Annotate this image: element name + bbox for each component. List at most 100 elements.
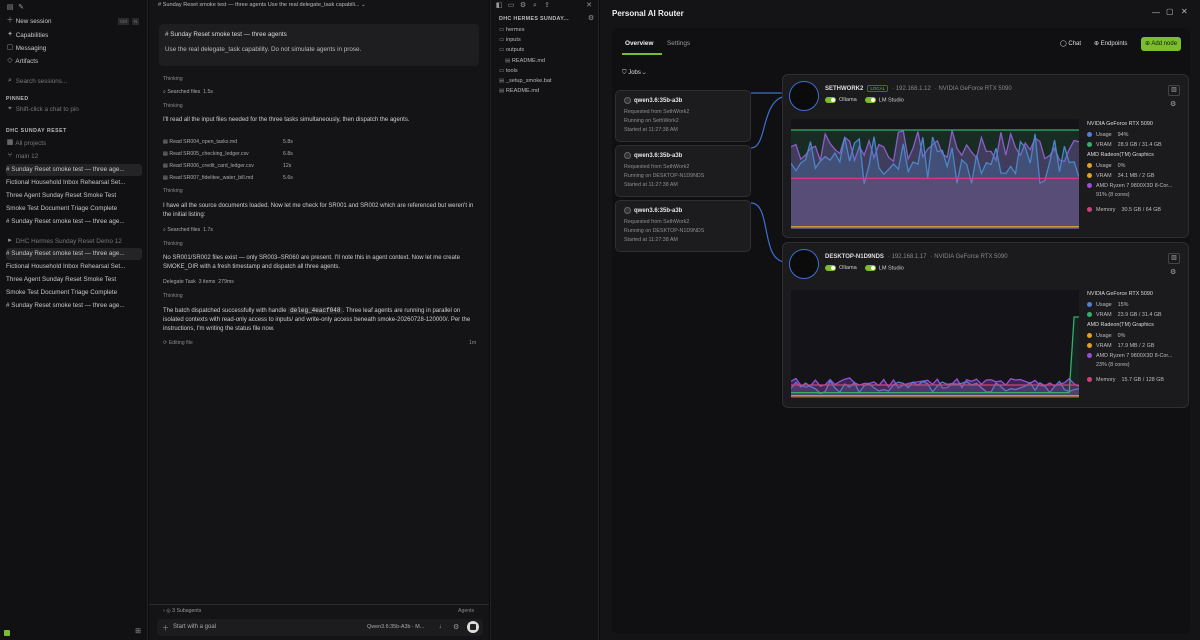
file-tree-item[interactable]: ▤ README.md bbox=[505, 58, 545, 64]
session-item[interactable]: Fictional Household Inbox Rehearsal Set.… bbox=[6, 177, 142, 189]
tool-call-row[interactable]: ⌕ Searched files 1.5s bbox=[163, 89, 213, 96]
mic-icon[interactable]: ♩ bbox=[439, 623, 446, 630]
thinking-label[interactable]: Thinking bbox=[163, 293, 183, 299]
read-file-row[interactable]: ▤ Read SR004_open_tasks.md 5.8s bbox=[163, 139, 468, 145]
session-item[interactable]: # Sunday Reset smoke test — three age... bbox=[6, 216, 142, 228]
branch-row[interactable]: ⑂ main 12 bbox=[6, 151, 142, 163]
search-icon[interactable]: ⌕ bbox=[531, 2, 539, 10]
session-item[interactable]: Fictional Household Inbox Rehearsal Set.… bbox=[6, 261, 142, 273]
legend-item: VRAM 23.9 GB / 31.4 GB bbox=[1087, 312, 1162, 318]
capabilities-link[interactable]: ✦ Capabilities bbox=[6, 30, 142, 42]
sidebar-toggle-icon[interactable]: ▤ bbox=[6, 4, 14, 12]
session-item[interactable]: Smoke Test Document Triage Complete bbox=[6, 287, 142, 299]
messaging-link[interactable]: ▢ Messaging bbox=[6, 43, 142, 55]
file-tree-item[interactable]: ▭ tools bbox=[499, 68, 518, 74]
session-item[interactable]: # Sunday Reset smoke test — three age... bbox=[6, 300, 142, 312]
file-tree-item[interactable]: ▭ outputs bbox=[499, 47, 524, 53]
legend-item: AMD Ryzen 7 9800X3D 8-Cor... bbox=[1087, 183, 1172, 189]
service-label: Ollama bbox=[839, 97, 857, 104]
legend-swatch bbox=[1087, 333, 1092, 339]
lmstudio-toggle[interactable] bbox=[864, 265, 876, 271]
session-item[interactable]: Three Agent Sunday Reset Smoke Test bbox=[6, 190, 142, 202]
series-area bbox=[791, 178, 1079, 229]
metrics-button[interactable]: ▥ bbox=[1168, 85, 1180, 96]
delegate-task-row[interactable]: Delegate Task 3 items 279ms bbox=[163, 279, 234, 285]
file-tree-item[interactable]: ▭ inputs bbox=[499, 37, 521, 43]
session-item[interactable]: Three Agent Sunday Reset Smoke Test bbox=[6, 274, 142, 286]
gear-icon[interactable]: ⚙ bbox=[1170, 268, 1176, 276]
handle-code: deleg_4eacf048 bbox=[288, 307, 343, 314]
tool-duration: 1m bbox=[469, 340, 477, 346]
all-projects-link[interactable]: ▦ All projects bbox=[6, 138, 142, 150]
legend-key: Memory bbox=[1096, 377, 1116, 383]
divider bbox=[149, 604, 489, 605]
metrics-button[interactable]: ▥ bbox=[1168, 253, 1180, 264]
node-avatar bbox=[789, 81, 819, 111]
settings-icon[interactable]: ⚙ bbox=[453, 623, 459, 631]
node-name: DESKTOP-N1D9NDS bbox=[825, 254, 884, 260]
new-session-button[interactable]: ＋ New session Ctrl N bbox=[6, 16, 142, 28]
ollama-toggle[interactable] bbox=[825, 265, 836, 271]
legend-heading: NVIDIA GeForce RTX 5090 bbox=[1087, 121, 1153, 127]
spinner-icon: ⟳ bbox=[163, 340, 168, 346]
node-services: Ollama LM Studio bbox=[825, 97, 904, 103]
file-name: inputs bbox=[505, 37, 521, 44]
legend-value: 0% bbox=[1117, 333, 1126, 339]
lmstudio-toggle[interactable] bbox=[864, 97, 876, 103]
agents-label[interactable]: Agents bbox=[458, 608, 474, 614]
project-row[interactable]: ▸ DHC Hermes Sunday Reset Demo 12 bbox=[6, 236, 142, 248]
legend-item: VRAM 17.9 MB / 2 GB bbox=[1087, 343, 1154, 349]
share-icon[interactable]: ⇪ bbox=[543, 2, 551, 10]
session-item[interactable]: # Sunday Reset smoke test — three age... bbox=[6, 164, 142, 176]
grid-icon[interactable]: ⊞ bbox=[134, 628, 142, 636]
artifacts-link[interactable]: ◇ Artifacts bbox=[6, 56, 142, 68]
gear-icon[interactable]: ⚙ bbox=[519, 2, 527, 10]
prompt-title: # Sunday Reset smoke test — three agents bbox=[165, 31, 287, 38]
legend-value: 91% (8 cores) bbox=[1096, 192, 1130, 198]
search-icon: ⌕ bbox=[163, 227, 166, 233]
project-header[interactable]: DHC SUNDAY RESET bbox=[6, 128, 67, 134]
search-icon: ⌕ bbox=[163, 89, 166, 95]
legend-swatch bbox=[1087, 163, 1092, 169]
thinking-label[interactable]: Thinking bbox=[163, 103, 183, 109]
subagents-toggle[interactable]: › ◎ 3 Subagents bbox=[163, 608, 201, 614]
send-button[interactable] bbox=[467, 621, 479, 633]
read-file-name: Read SR004_open_tasks.md bbox=[169, 139, 238, 145]
goal-input[interactable]: Start with a goal bbox=[173, 624, 216, 630]
search-sessions-input[interactable]: ⌕ Search sessions... bbox=[6, 76, 142, 88]
service-label: LM Studio bbox=[878, 97, 904, 104]
plus-icon: ＋ bbox=[6, 17, 14, 25]
file-tree-item[interactable]: ▤ README.md bbox=[499, 88, 539, 94]
read-file-row[interactable]: ▤ Read SR006_credit_card_ledger.csv 12s bbox=[163, 163, 468, 169]
close-icon[interactable]: ✕ bbox=[585, 2, 593, 10]
chat-title-tab[interactable]: # Sunday Reset smoke test — three agents… bbox=[158, 2, 478, 8]
panel-icon[interactable]: ◧ bbox=[495, 2, 503, 10]
model-selector[interactable]: Qwen3.6:35b-A3b · M... bbox=[367, 624, 424, 630]
ollama-toggle[interactable] bbox=[825, 97, 836, 103]
file-tree-item[interactable]: ▤ _setup_smoke.bat bbox=[499, 78, 552, 84]
read-file-row[interactable]: ▤ Read SR005_checking_ledger.csv 6.8s bbox=[163, 151, 468, 157]
thinking-label[interactable]: Thinking bbox=[163, 241, 183, 247]
assistant-message: I have all the source documents loaded. … bbox=[163, 203, 474, 218]
file-name: outputs bbox=[505, 47, 525, 54]
gear-icon[interactable]: ⚙ bbox=[1170, 100, 1176, 108]
status-indicator bbox=[4, 630, 10, 636]
file-tree-item[interactable]: ▭ hermes bbox=[499, 27, 525, 33]
read-file-row[interactable]: ▤ Read SR007_fidelitee_water_bill.md 5.6s bbox=[163, 175, 468, 181]
thinking-label[interactable]: Thinking bbox=[163, 76, 183, 82]
read-file-duration: 12s bbox=[283, 163, 292, 169]
legend-item: Usage 0% bbox=[1087, 163, 1125, 169]
terminal-icon[interactable]: ▭ bbox=[507, 2, 515, 10]
gear-icon[interactable]: ⚙ bbox=[587, 15, 595, 23]
session-item[interactable]: Smoke Test Document Triage Complete bbox=[6, 203, 142, 215]
legend-heading: NVIDIA GeForce RTX 5090 bbox=[1087, 291, 1153, 297]
file-name: README.md bbox=[511, 57, 546, 64]
thinking-label[interactable]: Thinking bbox=[163, 188, 183, 194]
plus-icon[interactable]: ＋ bbox=[162, 623, 169, 633]
session-item[interactable]: # Sunday Reset smoke test — three age... bbox=[6, 248, 142, 260]
file-icon: ▤ bbox=[499, 78, 506, 84]
compose-icon[interactable]: ✎ bbox=[17, 4, 25, 12]
tool-call-row[interactable]: ⟳ Editing file bbox=[163, 340, 193, 346]
tool-call-row[interactable]: ⌕ Searched files 1.7s bbox=[163, 227, 213, 234]
utilization-chart bbox=[791, 119, 1079, 229]
